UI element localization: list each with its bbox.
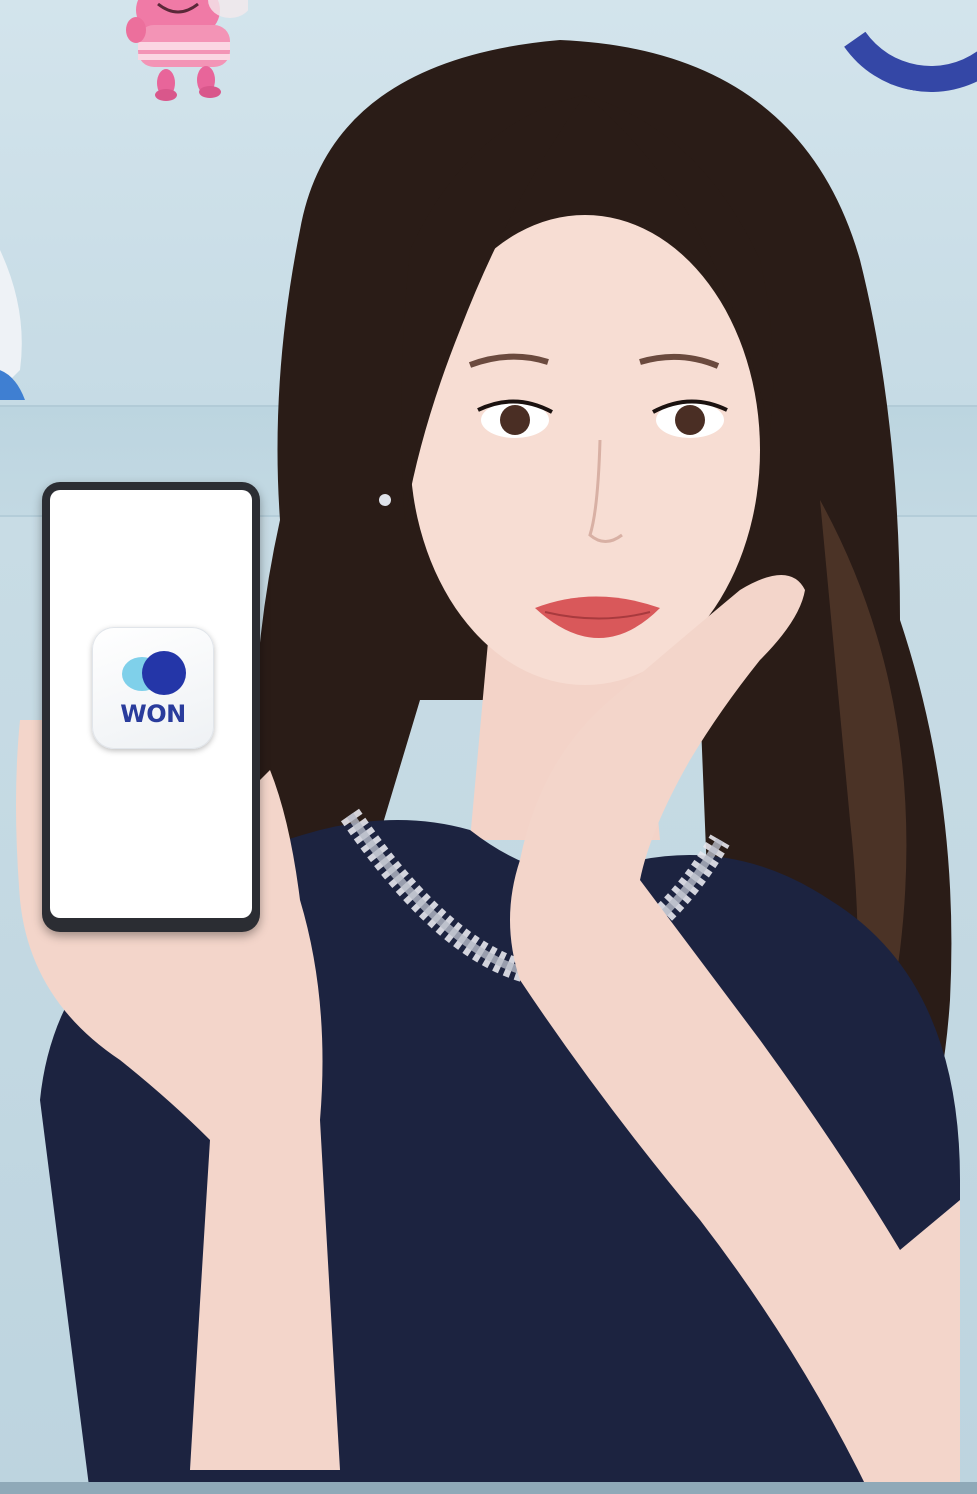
won-app-icon[interactable]: WON (92, 627, 214, 749)
phone-screen: WON (50, 490, 252, 918)
won-logo-icon (122, 651, 186, 695)
app-label: WON (120, 700, 186, 728)
smartphone: WON (42, 482, 260, 932)
bottom-strip (0, 1482, 977, 1494)
advertisement-scene: WON (0, 0, 977, 1494)
